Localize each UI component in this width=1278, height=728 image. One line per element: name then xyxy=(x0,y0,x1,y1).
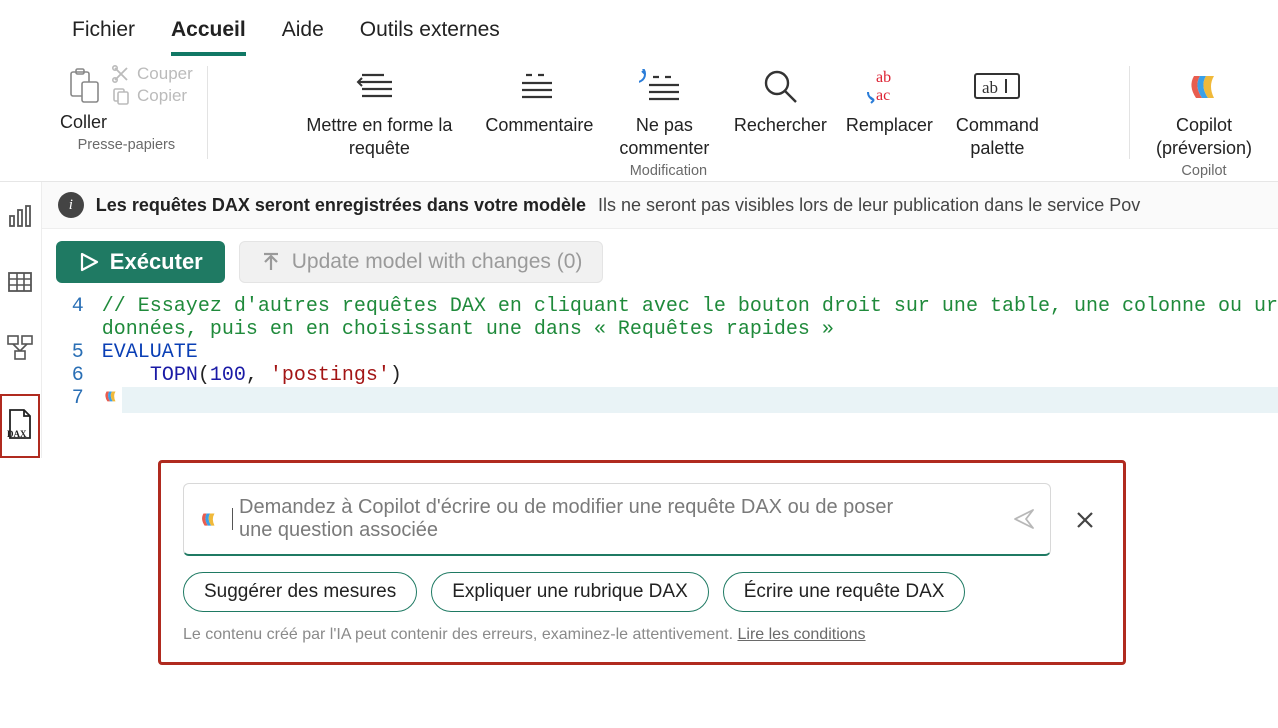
model-view-button[interactable] xyxy=(0,328,40,368)
execute-button[interactable]: Exécuter xyxy=(56,241,225,283)
bar-chart-icon xyxy=(6,202,34,230)
dax-query-view-button[interactable]: DAX xyxy=(0,394,40,458)
copy-label: Copier xyxy=(137,86,187,106)
copilot-suggestion-chips: Suggérer des mesures Expliquer une rubri… xyxy=(183,572,1101,612)
info-icon: i xyxy=(58,192,84,218)
ribbon-group-edit: Mettre en forme la requête Commentaire N… xyxy=(208,60,1129,181)
command-palette-button[interactable]: ab Command palette xyxy=(942,64,1052,159)
ribbon-group-clipboard: Coller Couper Copier Presse-papiers xyxy=(46,60,207,181)
code-comment: // Essayez d'autres requêtes DAX en cliq… xyxy=(102,295,1278,318)
svg-text:ab: ab xyxy=(876,69,891,86)
tab-file[interactable]: Fichier xyxy=(72,18,135,56)
code-comment: données, puis en en choisissant une dans… xyxy=(102,318,834,341)
content-area: DAX i Les requêtes DAX seront enregistré… xyxy=(0,181,1278,458)
copilot-disclaimer: Le contenu créé par l'IA peut contenir d… xyxy=(183,626,1101,644)
dax-file-icon: DAX xyxy=(4,408,36,444)
update-model-button[interactable]: Update model with changes (0) xyxy=(239,241,604,283)
model-icon xyxy=(5,333,35,363)
replace-icon: abac xyxy=(866,64,912,108)
copilot-prompt-input[interactable]: Demandez à Copilot d'écrire ou de modifi… xyxy=(183,483,1051,556)
code-number: 100 xyxy=(210,364,246,387)
palette-label: Command palette xyxy=(946,114,1048,159)
close-button[interactable] xyxy=(1069,510,1101,530)
find-button[interactable]: Rechercher xyxy=(724,64,836,137)
table-icon xyxy=(6,268,34,296)
uncomment-button[interactable]: Ne pas commenter xyxy=(604,64,724,159)
copilot-icon xyxy=(198,508,220,530)
replace-button[interactable]: abac Remplacer xyxy=(836,64,942,137)
execute-label: Exécuter xyxy=(110,249,203,275)
code-string: 'postings' xyxy=(270,364,390,387)
comment-button[interactable]: Commentaire xyxy=(474,64,604,137)
cut-button[interactable]: Couper xyxy=(111,64,193,84)
copilot-group-label: Copilot xyxy=(1181,163,1226,179)
send-icon xyxy=(1012,507,1036,531)
copilot-placeholder: Demandez à Copilot d'écrire ou de modifi… xyxy=(239,496,919,542)
paste-button[interactable]: Coller xyxy=(60,64,107,133)
tab-home[interactable]: Accueil xyxy=(171,18,246,56)
line-number: 5 xyxy=(42,341,102,364)
report-view-button[interactable] xyxy=(0,196,40,236)
main-panel: i Les requêtes DAX seront enregistrées d… xyxy=(42,182,1278,458)
view-siderail: DAX xyxy=(0,182,42,458)
chip-suggest-measures[interactable]: Suggérer des mesures xyxy=(183,572,417,612)
update-label: Update model with changes (0) xyxy=(292,250,583,274)
replace-label: Remplacer xyxy=(846,114,933,137)
comment-icon xyxy=(516,64,562,108)
info-rest-text: Ils ne seront pas visibles lors de leur … xyxy=(598,195,1140,216)
cut-label: Couper xyxy=(137,64,193,84)
svg-text:ac: ac xyxy=(876,87,890,104)
code-keyword: EVALUATE xyxy=(102,341,198,364)
comment-label: Commentaire xyxy=(485,114,593,137)
copy-button[interactable]: Copier xyxy=(111,86,187,106)
paste-label: Coller xyxy=(60,112,107,133)
clipboard-group-label: Presse-papiers xyxy=(78,137,176,153)
copilot-inline-icon xyxy=(102,387,120,405)
upload-icon xyxy=(260,251,282,273)
info-bold-text: Les requêtes DAX seront enregistrées dan… xyxy=(96,195,586,216)
table-view-button[interactable] xyxy=(0,262,40,302)
command-palette-icon: ab xyxy=(971,64,1023,108)
find-label: Rechercher xyxy=(734,114,827,137)
chip-explain-dax[interactable]: Expliquer une rubrique DAX xyxy=(431,572,709,612)
terms-link[interactable]: Lire les conditions xyxy=(737,626,865,643)
copilot-icon xyxy=(1184,64,1224,108)
clipboard-icon xyxy=(62,64,106,108)
play-icon xyxy=(78,251,100,273)
query-toolbar: Exécuter Update model with changes (0) xyxy=(42,229,1278,295)
ribbon-group-copilot: Copilot (préversion) Copilot xyxy=(1130,60,1278,181)
svg-text:DAX: DAX xyxy=(7,429,27,439)
code-function: TOPN xyxy=(150,364,198,387)
copy-icon xyxy=(111,86,131,106)
line-number: 6 xyxy=(42,364,102,387)
info-bar: i Les requêtes DAX seront enregistrées d… xyxy=(42,182,1278,229)
copilot-inline-panel: Demandez à Copilot d'écrire ou de modifi… xyxy=(158,460,1126,665)
format-icon xyxy=(356,64,402,108)
copilot-button[interactable]: Copilot (préversion) xyxy=(1144,64,1264,159)
edit-group-label: Modification xyxy=(630,163,707,179)
tab-help[interactable]: Aide xyxy=(282,18,324,56)
close-icon xyxy=(1075,510,1095,530)
send-button[interactable] xyxy=(1012,507,1036,531)
uncomment-label: Ne pas commenter xyxy=(608,114,720,159)
chip-write-dax[interactable]: Écrire une requête DAX xyxy=(723,572,966,612)
tab-external-tools[interactable]: Outils externes xyxy=(360,18,500,56)
format-label: Mettre en forme la requête xyxy=(288,114,470,159)
format-query-button[interactable]: Mettre en forme la requête xyxy=(284,64,474,159)
copilot-label: Copilot (préversion) xyxy=(1148,114,1260,159)
uncomment-icon xyxy=(639,64,689,108)
ribbon: Coller Couper Copier Presse-papiers xyxy=(0,56,1278,181)
line-number: 7 xyxy=(42,387,102,410)
scissors-icon xyxy=(111,64,131,84)
line-number: 4 xyxy=(42,295,102,318)
svg-text:ab: ab xyxy=(982,78,998,97)
ribbon-tabs: Fichier Accueil Aide Outils externes xyxy=(0,0,1278,56)
dax-editor[interactable]: 4 // Essayez d'autres requêtes DAX en cl… xyxy=(42,295,1278,413)
search-icon xyxy=(760,64,800,108)
